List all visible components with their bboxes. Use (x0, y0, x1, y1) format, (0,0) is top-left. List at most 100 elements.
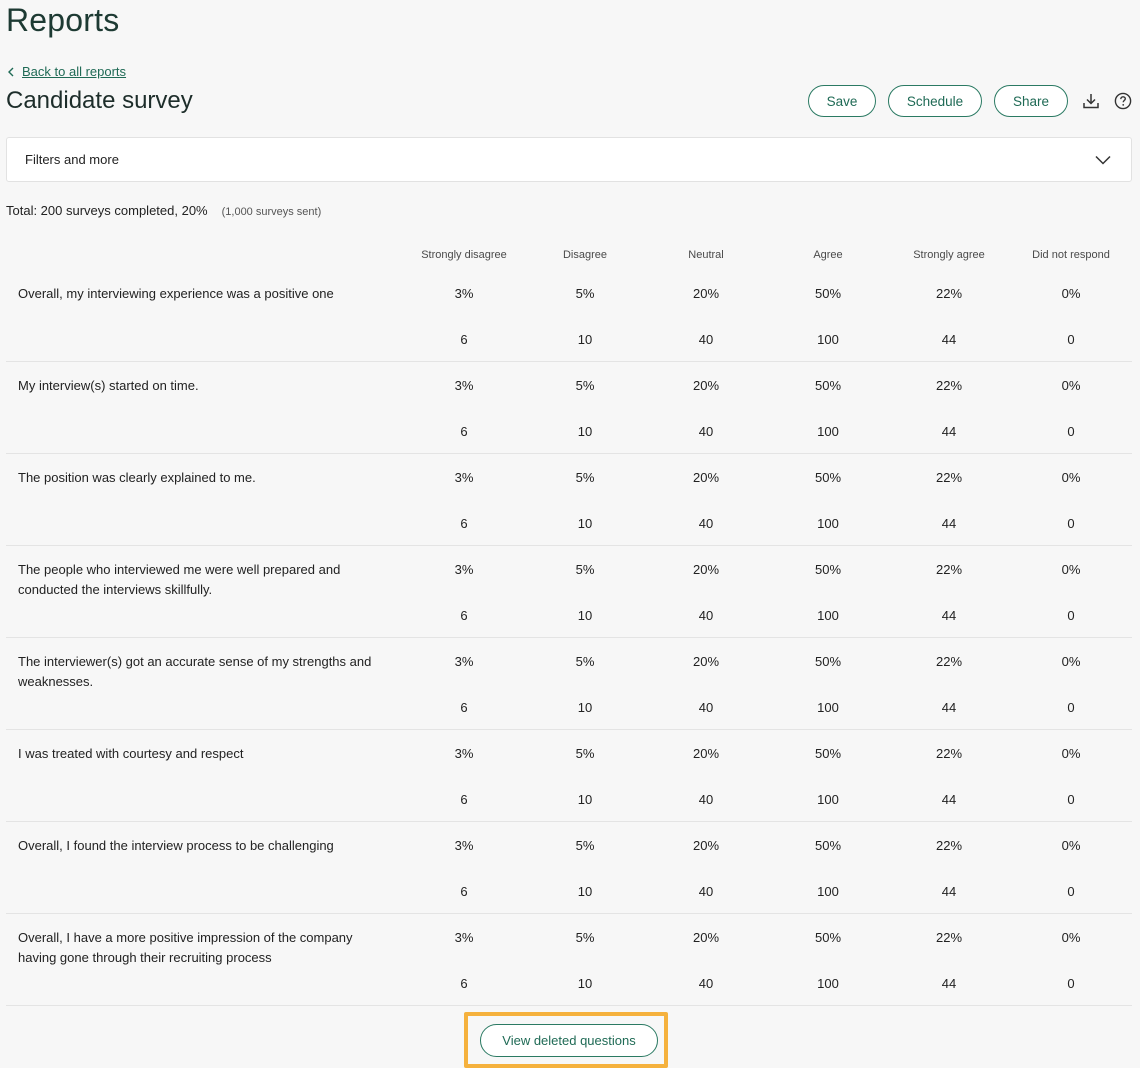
count-cell: 44 (941, 792, 957, 807)
count-cell: 10 (577, 884, 593, 899)
percent-cell: 20% (692, 654, 720, 669)
count-cell: 6 (460, 884, 468, 899)
count-cell: 6 (460, 792, 468, 807)
count-cell: 10 (577, 516, 593, 531)
count-cell: 40 (698, 332, 714, 347)
results-table: Overall, my interviewing experience was … (6, 270, 1132, 1006)
count-cell: 10 (577, 700, 593, 715)
count-cell: 6 (460, 516, 468, 531)
percent-cell: 0% (1061, 746, 1081, 761)
percent-cell: 0% (1061, 378, 1081, 393)
percent-cell: 22% (935, 286, 963, 301)
count-cell: 40 (698, 516, 714, 531)
question-text: The position was clearly explained to me… (18, 470, 256, 485)
percent-cell: 0% (1061, 286, 1081, 301)
count-cell: 44 (941, 332, 957, 347)
count-cell: 44 (941, 608, 957, 623)
percent-cell: 0% (1061, 838, 1081, 853)
table-row: The interviewer(s) got an accurate sense… (6, 638, 1132, 730)
survey-totals: Total: 200 surveys completed, 20% (1,000… (6, 203, 321, 218)
page-title: Reports (6, 2, 120, 38)
surveys-sent-text: (1,000 surveys sent) (221, 206, 322, 218)
percent-cell: 50% (814, 286, 842, 301)
save-button[interactable]: Save (808, 85, 876, 117)
share-button[interactable]: Share (994, 85, 1068, 117)
count-cell: 100 (817, 424, 839, 439)
percent-cell: 50% (814, 654, 842, 669)
percent-cell: 5% (575, 838, 595, 853)
count-cell: 100 (817, 700, 839, 715)
percent-cell: 3% (454, 654, 474, 669)
schedule-button[interactable]: Schedule (888, 85, 982, 117)
count-cell: 10 (577, 608, 593, 623)
view-deleted-questions-button[interactable]: View deleted questions (480, 1024, 658, 1057)
percent-cell: 22% (935, 746, 963, 761)
report-toolbar: Save Schedule Share (808, 85, 1134, 117)
help-icon[interactable] (1112, 90, 1134, 112)
question-text: Overall, I found the interview process t… (18, 838, 334, 853)
count-cell: 0 (1067, 884, 1075, 899)
back-link-label: Back to all reports (22, 64, 127, 79)
percent-cell: 5% (575, 746, 595, 761)
percent-cell: 3% (454, 746, 474, 761)
download-icon[interactable] (1080, 90, 1102, 112)
count-cell: 44 (941, 976, 957, 991)
table-row: Overall, my interviewing experience was … (6, 270, 1132, 362)
total-completed-text: Total: 200 surveys completed, 20% (6, 203, 208, 218)
percent-cell: 50% (814, 930, 842, 945)
count-cell: 40 (698, 608, 714, 623)
table-row: The position was clearly explained to me… (6, 454, 1132, 546)
percent-cell: 20% (692, 378, 720, 393)
count-cell: 0 (1067, 424, 1075, 439)
percent-cell: 0% (1061, 470, 1081, 485)
count-cell: 40 (698, 424, 714, 439)
table-row: The people who interviewed me were well … (6, 546, 1132, 638)
percent-cell: 5% (575, 930, 595, 945)
percent-cell: 22% (935, 654, 963, 669)
table-row: Overall, I found the interview process t… (6, 822, 1132, 914)
count-cell: 40 (698, 884, 714, 899)
count-cell: 100 (817, 976, 839, 991)
count-cell: 0 (1067, 792, 1075, 807)
column-header: Strongly agree (913, 249, 985, 261)
count-cell: 100 (817, 516, 839, 531)
count-cell: 100 (817, 792, 839, 807)
count-cell: 44 (941, 424, 957, 439)
percent-cell: 50% (814, 838, 842, 853)
percent-cell: 0% (1061, 654, 1081, 669)
percent-cell: 50% (814, 562, 842, 577)
count-cell: 100 (817, 608, 839, 623)
count-cell: 40 (698, 976, 714, 991)
percent-cell: 5% (575, 378, 595, 393)
back-to-reports-link[interactable]: Back to all reports (6, 64, 126, 79)
question-text: My interview(s) started on time. (18, 378, 199, 393)
count-cell: 0 (1067, 332, 1075, 347)
percent-cell: 20% (692, 470, 720, 485)
table-header: Strongly disagree Disagree Neutral Agree Str… (0, 249, 1140, 263)
table-row: I was treated with courtesy and respect 3… (6, 730, 1132, 822)
column-header: Strongly disagree (421, 249, 507, 261)
percent-cell: 0% (1061, 930, 1081, 945)
percent-cell: 3% (454, 838, 474, 853)
table-row: My interview(s) started on time. 3% 5% 20% 5… (6, 362, 1132, 454)
count-cell: 6 (460, 608, 468, 623)
column-header: Neutral (688, 249, 724, 261)
percent-cell: 22% (935, 562, 963, 577)
chevron-down-icon (1095, 155, 1111, 165)
count-cell: 6 (460, 332, 468, 347)
percent-cell: 20% (692, 746, 720, 761)
chevron-left-icon (8, 67, 14, 76)
column-header: Agree (813, 249, 843, 261)
report-title: Candidate survey (6, 87, 193, 114)
percent-cell: 20% (692, 838, 720, 853)
percent-cell: 3% (454, 930, 474, 945)
question-text: I was treated with courtesy and respect (18, 746, 244, 761)
filters-panel-toggle[interactable]: Filters and more (6, 137, 1132, 182)
percent-cell: 3% (454, 378, 474, 393)
percent-cell: 5% (575, 470, 595, 485)
count-cell: 6 (460, 976, 468, 991)
count-cell: 40 (698, 700, 714, 715)
question-text: The people who interviewed me were well … (18, 562, 341, 597)
count-cell: 0 (1067, 608, 1075, 623)
percent-cell: 20% (692, 286, 720, 301)
